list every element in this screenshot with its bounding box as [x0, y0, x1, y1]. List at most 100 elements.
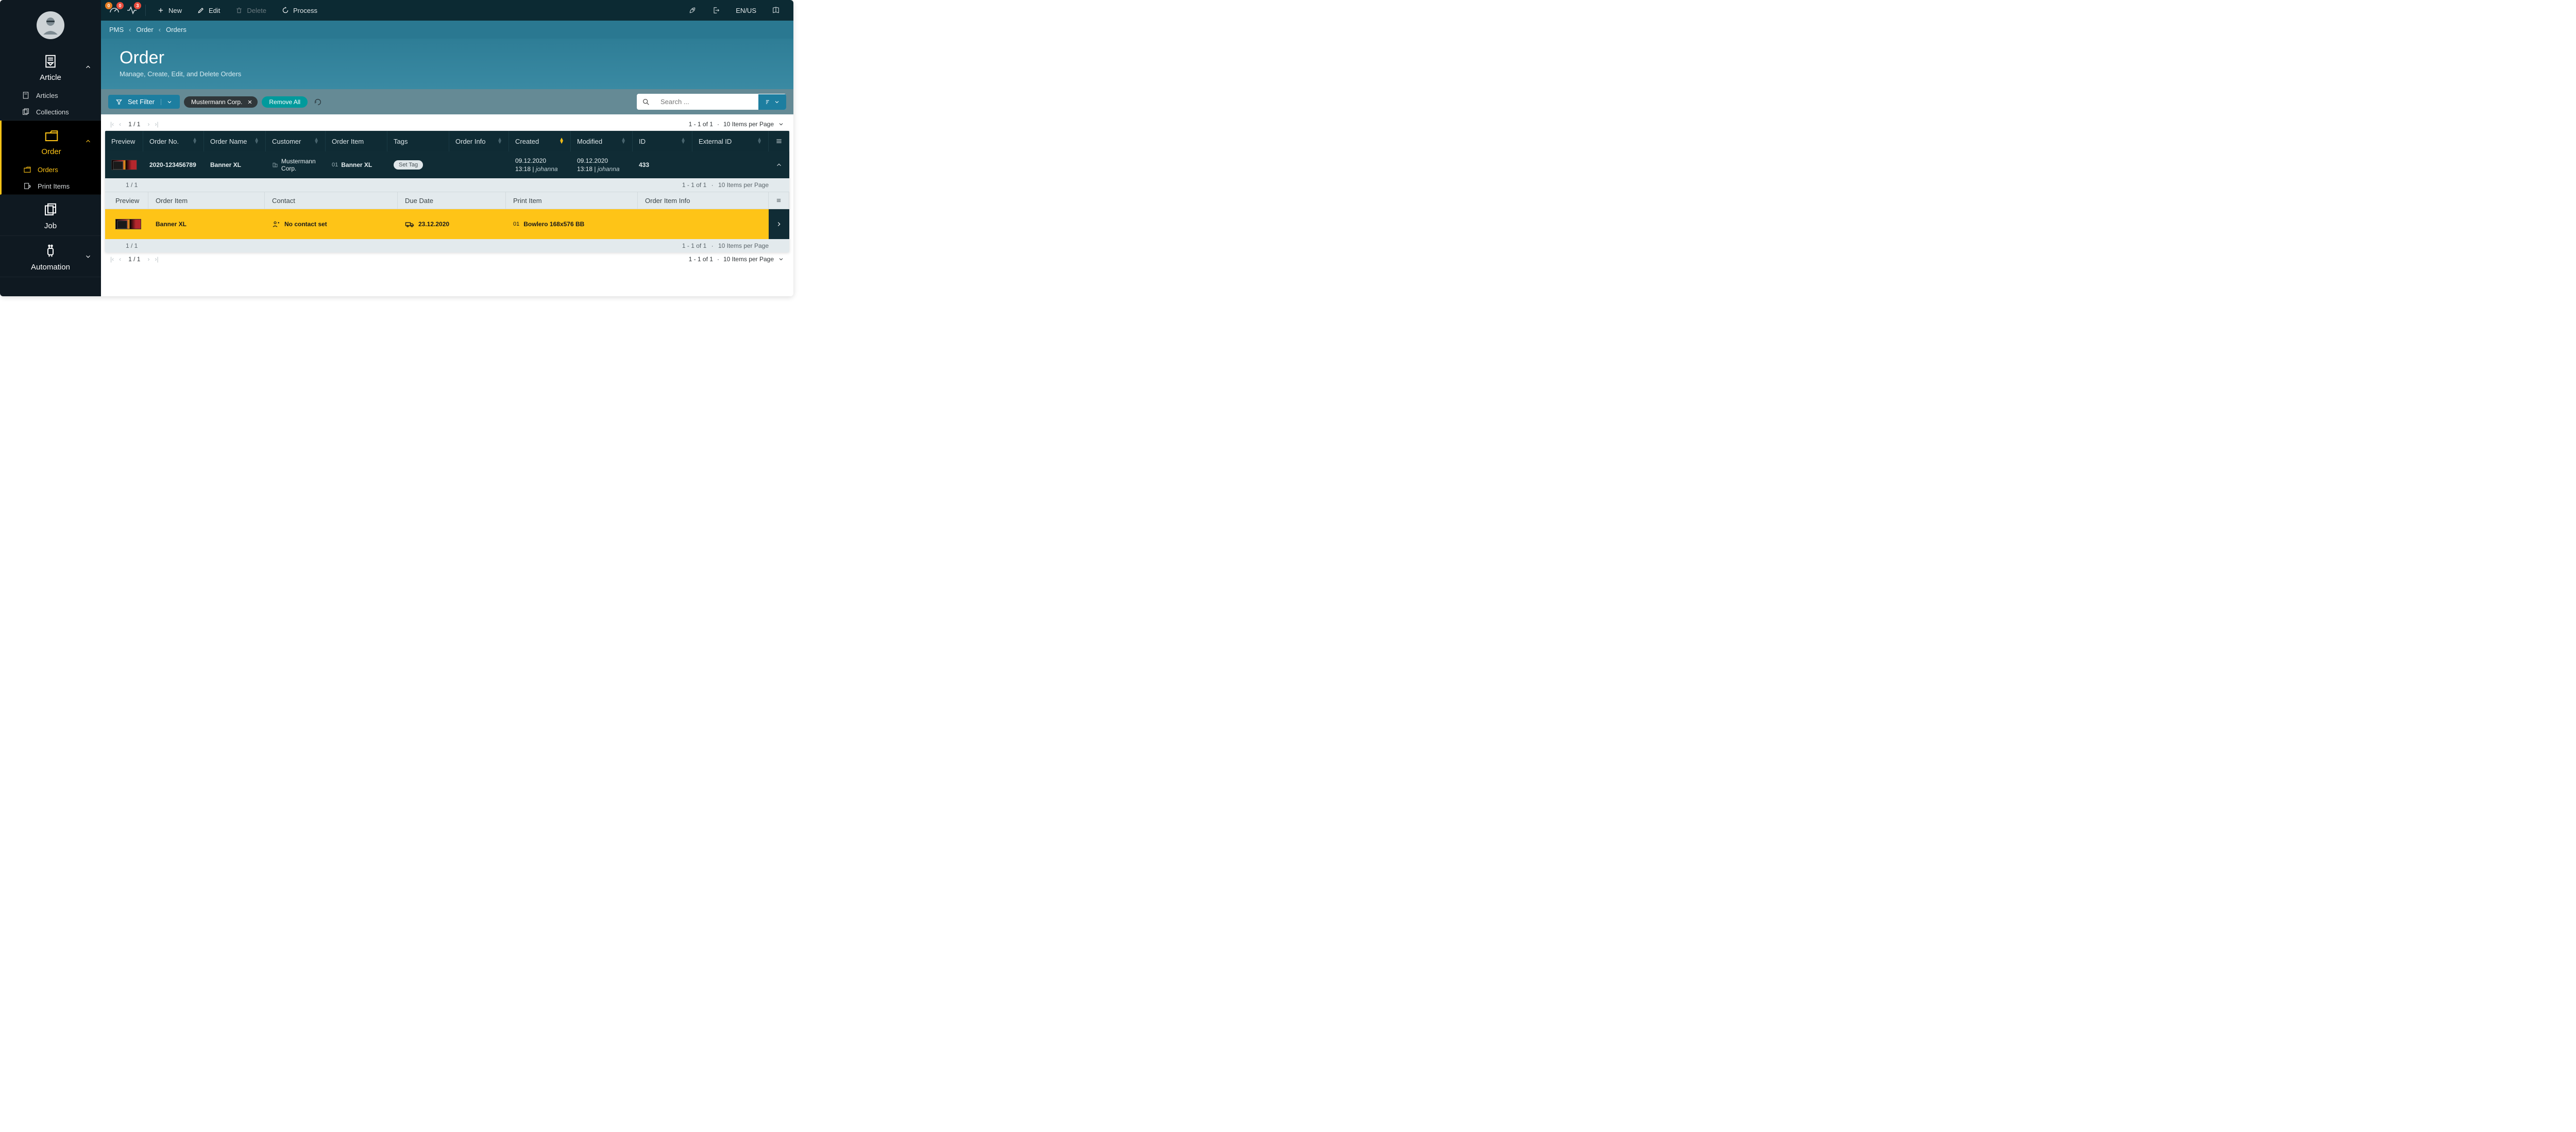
- pager-range: 1 - 1 of 1: [689, 256, 713, 263]
- pager-next[interactable]: ›: [147, 256, 149, 263]
- sort-icon[interactable]: ▲▼: [559, 138, 564, 144]
- preview-thumbnail[interactable]: [111, 160, 137, 170]
- chevron-down-icon[interactable]: [778, 121, 784, 127]
- cell-modified: 09.12.2020 13:18 | johanna: [571, 153, 633, 177]
- th-order-name[interactable]: Order Name▲▼: [204, 131, 266, 151]
- th-created[interactable]: Created▲▼: [509, 131, 571, 151]
- main: 0 0 3 New Edit Delete: [101, 0, 793, 296]
- breadcrumb-pms[interactable]: PMS: [109, 26, 124, 33]
- th-external-id[interactable]: External ID▲▼: [692, 131, 769, 151]
- set-tag-button[interactable]: Set Tag: [394, 160, 423, 170]
- th-preview[interactable]: Preview: [105, 131, 143, 151]
- sort-icon[interactable]: ▲▼: [757, 138, 762, 144]
- gauge-2[interactable]: 3: [126, 4, 138, 16]
- order-icon: [44, 128, 59, 143]
- pager-prev[interactable]: ‹: [119, 121, 121, 128]
- pager-next[interactable]: ›: [147, 121, 149, 128]
- sidebar-item-articles[interactable]: Articles: [0, 87, 101, 104]
- sub-th-order-item-info[interactable]: Order Item Info: [638, 192, 769, 209]
- collapse-row-button[interactable]: [769, 157, 789, 173]
- sort-icon[interactable]: ▲▼: [314, 138, 319, 144]
- pager-prev[interactable]: ‹: [119, 256, 121, 263]
- breadcrumb-order[interactable]: Order: [137, 26, 154, 33]
- sub-table-row[interactable]: Banner XL No contact set 23.12.2020 01 B…: [105, 209, 789, 239]
- rocket-button[interactable]: [682, 3, 703, 18]
- sidebar-item-orders[interactable]: Orders: [2, 161, 101, 178]
- sub-th-due-date[interactable]: Due Date: [398, 192, 506, 209]
- sub-pager-per-page[interactable]: 10 Items per Page: [718, 181, 769, 189]
- th-tags[interactable]: Tags: [387, 131, 449, 151]
- cell-order-item: 01 Banner XL: [326, 157, 387, 173]
- sidebar-item-label: Articles: [36, 92, 58, 99]
- language-button[interactable]: EN/US: [730, 4, 762, 18]
- set-filter-dropdown[interactable]: [161, 99, 173, 105]
- sidebar-head-automation[interactable]: Automation: [0, 236, 101, 277]
- gauge-1[interactable]: 0 0: [108, 4, 121, 16]
- pager-first[interactable]: |‹: [110, 121, 114, 128]
- sort-icon[interactable]: ▲▼: [497, 138, 502, 144]
- sort-icon[interactable]: ▲▼: [192, 138, 197, 144]
- orders-table: Preview Order No.▲▼ Order Name▲▼ Custome…: [105, 131, 789, 252]
- preview-thumbnail[interactable]: [115, 219, 141, 229]
- process-button[interactable]: Process: [276, 4, 324, 18]
- sidebar-item-collections[interactable]: Collections: [0, 104, 101, 120]
- sort-icon[interactable]: ▲▼: [621, 138, 626, 144]
- close-icon[interactable]: [247, 99, 252, 105]
- pager-per-page[interactable]: 10 Items per Page: [723, 121, 774, 128]
- chip-label: Mustermann Corp.: [191, 98, 242, 106]
- pager-first[interactable]: |‹: [110, 256, 114, 263]
- sidebar-item-print-items[interactable]: Print Items: [2, 178, 101, 194]
- sub-pager-per-page[interactable]: 10 Items per Page: [718, 242, 769, 249]
- logout-button[interactable]: [706, 3, 726, 18]
- chevron-down-icon: [84, 253, 92, 260]
- sub-th-menu[interactable]: [769, 192, 789, 209]
- sidebar-head-job[interactable]: Job: [0, 195, 101, 235]
- new-button[interactable]: New: [151, 4, 188, 18]
- search-input[interactable]: [655, 94, 758, 110]
- sidebar-item-label: Print Items: [38, 182, 70, 190]
- pager-last[interactable]: ›|: [155, 121, 158, 128]
- table-row[interactable]: 2020-123456789 Banner XL Mustermann Corp…: [105, 151, 789, 178]
- th-menu[interactable]: [769, 131, 789, 151]
- page-title: Order: [120, 48, 775, 68]
- chevron-down-icon[interactable]: [778, 256, 784, 262]
- sort-icon[interactable]: ▲▼: [681, 138, 686, 144]
- sub-th-print-item[interactable]: Print Item: [506, 192, 638, 209]
- sidebar-label-automation: Automation: [31, 263, 70, 272]
- chevron-up-icon: [84, 138, 92, 145]
- sidebar-section-automation: Automation: [0, 236, 101, 277]
- avatar[interactable]: [0, 0, 101, 46]
- sidebar-label-order: Order: [41, 147, 61, 156]
- sub-th-order-item[interactable]: Order Item: [148, 192, 265, 209]
- sidebar-head-article[interactable]: Article: [0, 46, 101, 87]
- trash-icon: [235, 7, 243, 14]
- sub-cell-print-item: 01 Bowlero 168x576 BB: [506, 215, 638, 233]
- table-header: Preview Order No.▲▼ Order Name▲▼ Custome…: [105, 131, 789, 151]
- set-filter-button[interactable]: Set Filter: [108, 95, 180, 109]
- docs-button[interactable]: [766, 3, 786, 18]
- sub-th-preview[interactable]: Preview: [108, 192, 148, 209]
- remove-all-button[interactable]: Remove All: [262, 96, 308, 108]
- breadcrumb-orders[interactable]: Orders: [166, 26, 187, 33]
- book-icon: [772, 6, 780, 14]
- th-modified[interactable]: Modified▲▼: [571, 131, 633, 151]
- sub-pager-bottom: 1 / 1 1 - 1 of 1 · 10 Items per Page: [105, 239, 789, 252]
- sub-table: 1 / 1 1 - 1 of 1 · 10 Items per Page Pre…: [105, 178, 789, 252]
- delete-button[interactable]: Delete: [229, 4, 273, 18]
- th-id[interactable]: ID▲▼: [633, 131, 692, 151]
- edit-button[interactable]: Edit: [191, 4, 226, 18]
- filter-chip-mustermann[interactable]: Mustermann Corp.: [184, 96, 258, 108]
- th-customer[interactable]: Customer▲▼: [266, 131, 326, 151]
- refresh-filters-button[interactable]: [314, 98, 322, 106]
- th-order-no[interactable]: Order No.▲▼: [143, 131, 204, 151]
- pager-per-page[interactable]: 10 Items per Page: [723, 256, 774, 263]
- th-order-info[interactable]: Order Info▲▼: [449, 131, 509, 151]
- pager-last[interactable]: ›|: [155, 256, 158, 263]
- th-order-item[interactable]: Order Item: [326, 131, 387, 151]
- sub-pager-top: 1 / 1 1 - 1 of 1 · 10 Items per Page: [105, 178, 789, 192]
- search-sort-dropdown[interactable]: [758, 94, 786, 110]
- sub-th-contact[interactable]: Contact: [265, 192, 398, 209]
- sidebar-head-order[interactable]: Order: [2, 121, 101, 161]
- expand-sub-row-button[interactable]: [769, 209, 789, 239]
- sort-icon[interactable]: ▲▼: [254, 138, 259, 144]
